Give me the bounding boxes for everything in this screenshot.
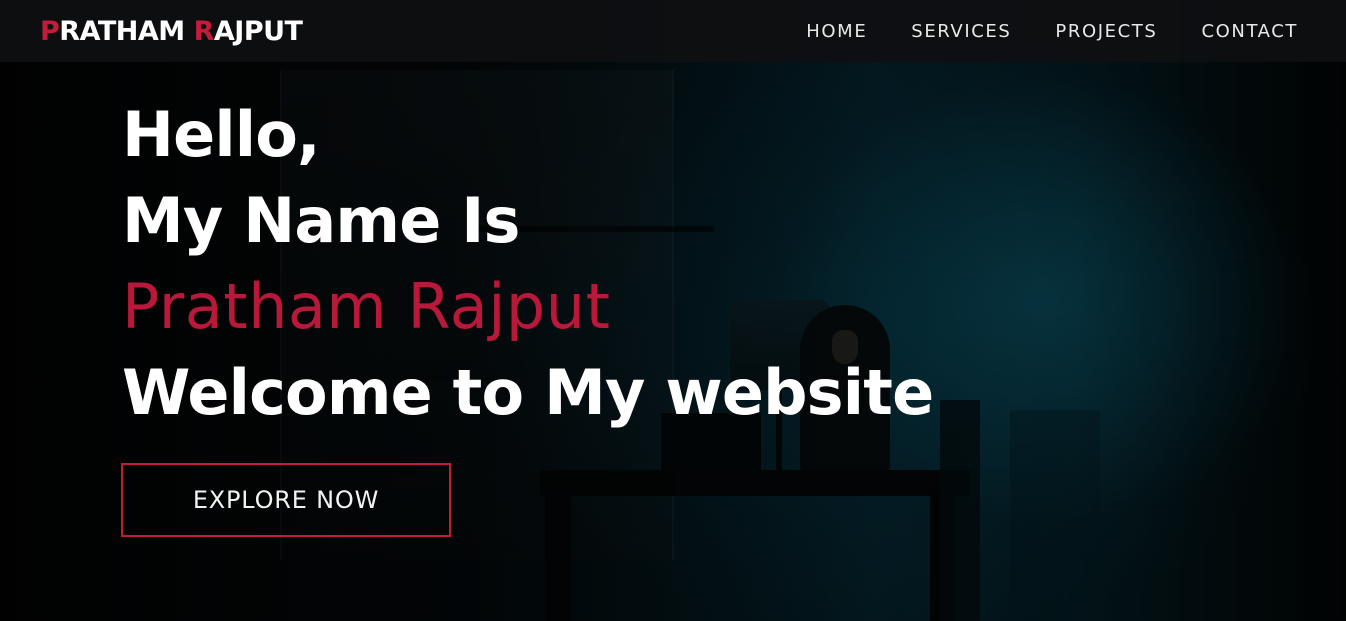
nav-link-services[interactable]: SERVICES	[911, 21, 1011, 42]
site-logo[interactable]: PRATHAM RAJPUT	[40, 15, 303, 47]
navbar: PRATHAM RAJPUT HOME SERVICES PROJECTS CO…	[0, 0, 1346, 62]
logo-last-initial: R	[193, 15, 215, 47]
hero-greeting: Hello,	[122, 98, 321, 171]
nav-links: HOME SERVICES PROJECTS CONTACT	[806, 21, 1298, 42]
nav-link-projects[interactable]: PROJECTS	[1055, 21, 1157, 42]
nav-link-contact[interactable]: CONTACT	[1201, 21, 1298, 42]
hero-heading: Hello, My Name Is Pratham Rajput Welcome…	[122, 92, 934, 436]
logo-first-initial: P	[40, 15, 60, 47]
logo-last-rest: AJPUT	[213, 15, 303, 47]
logo-first-rest: RATHAM	[59, 15, 194, 47]
explore-now-button[interactable]: EXPLORE NOW	[121, 463, 451, 537]
hero-intro: My Name Is	[122, 184, 520, 257]
page: PRATHAM RAJPUT HOME SERVICES PROJECTS CO…	[0, 0, 1346, 621]
hero-welcome: Welcome to My website	[122, 356, 934, 429]
hero-name: Pratham Rajput	[122, 270, 611, 343]
nav-link-home[interactable]: HOME	[806, 21, 867, 42]
